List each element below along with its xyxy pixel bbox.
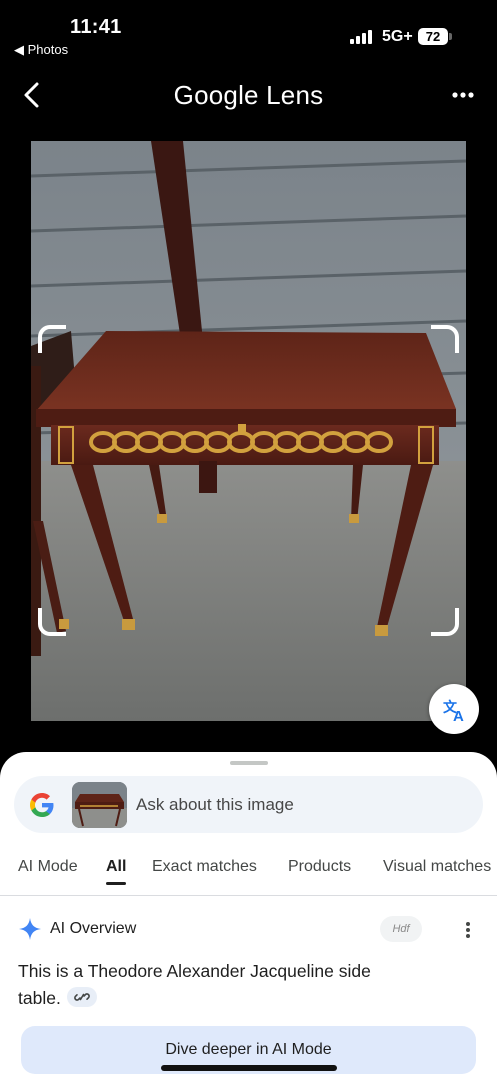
tab-visual-matches[interactable]: Visual matches (383, 858, 491, 876)
network-type: 5G+ (382, 28, 413, 45)
lens-header: Google Lens (0, 62, 497, 132)
ai-overview-label: AI Overview (50, 920, 137, 937)
translate-button[interactable]: 文 A (429, 684, 479, 734)
title-google: Google (173, 80, 259, 110)
translate-icon: 文 A (443, 699, 464, 725)
crop-corner-bottom-right[interactable] (431, 608, 459, 636)
tab-exact-matches[interactable]: Exact matches (152, 858, 257, 876)
svg-text:A: A (453, 708, 464, 725)
tab-products[interactable]: Products (288, 858, 351, 876)
results-sheet: Ask about this image AI Mode All Exact m… (0, 752, 497, 1080)
more-options-button[interactable] (448, 82, 478, 108)
status-time: 11:41 (70, 16, 122, 38)
more-vertical-icon[interactable] (458, 919, 478, 941)
status-bar: 11:41 ◀ Photos 5G+ 72 (0, 0, 497, 62)
result-tabs: AI Mode All Exact matches Products Visua… (0, 850, 497, 896)
page-title: Google Lens (0, 80, 497, 111)
battery-icon: 72 (418, 28, 452, 45)
ai-overview-answer: This is a Theodore Alexander Jacqueline … (18, 958, 418, 1012)
back-to-app-link[interactable]: ◀ Photos (14, 42, 68, 58)
crop-corner-bottom-left[interactable] (38, 608, 66, 636)
tab-ai-mode[interactable]: AI Mode (18, 858, 78, 876)
active-tab-indicator (106, 882, 126, 885)
tab-all[interactable]: All (106, 858, 126, 876)
link-icon (73, 993, 90, 1002)
title-lens: Lens (258, 80, 324, 110)
source-favicon[interactable]: Hdf (380, 916, 422, 942)
sheet-drag-handle[interactable] (230, 761, 268, 765)
sparkle-icon (19, 918, 41, 940)
cellular-signal-icon (350, 30, 376, 44)
source-link-chip[interactable] (66, 987, 97, 1008)
crop-corner-top-right[interactable] (431, 325, 459, 353)
crop-corner-top-left[interactable] (38, 325, 66, 353)
side-table-photo (31, 141, 466, 721)
more-horizontal-icon (452, 92, 474, 98)
home-indicator[interactable] (161, 1065, 337, 1071)
google-g-icon (30, 793, 54, 817)
search-placeholder: Ask about this image (136, 795, 294, 814)
image-thumbnail[interactable] (72, 782, 127, 828)
searched-image[interactable] (31, 141, 466, 721)
search-input[interactable]: Ask about this image (14, 776, 483, 833)
ai-overview-header: AI Overview Hdf (18, 916, 488, 942)
battery-level: 72 (418, 28, 448, 45)
